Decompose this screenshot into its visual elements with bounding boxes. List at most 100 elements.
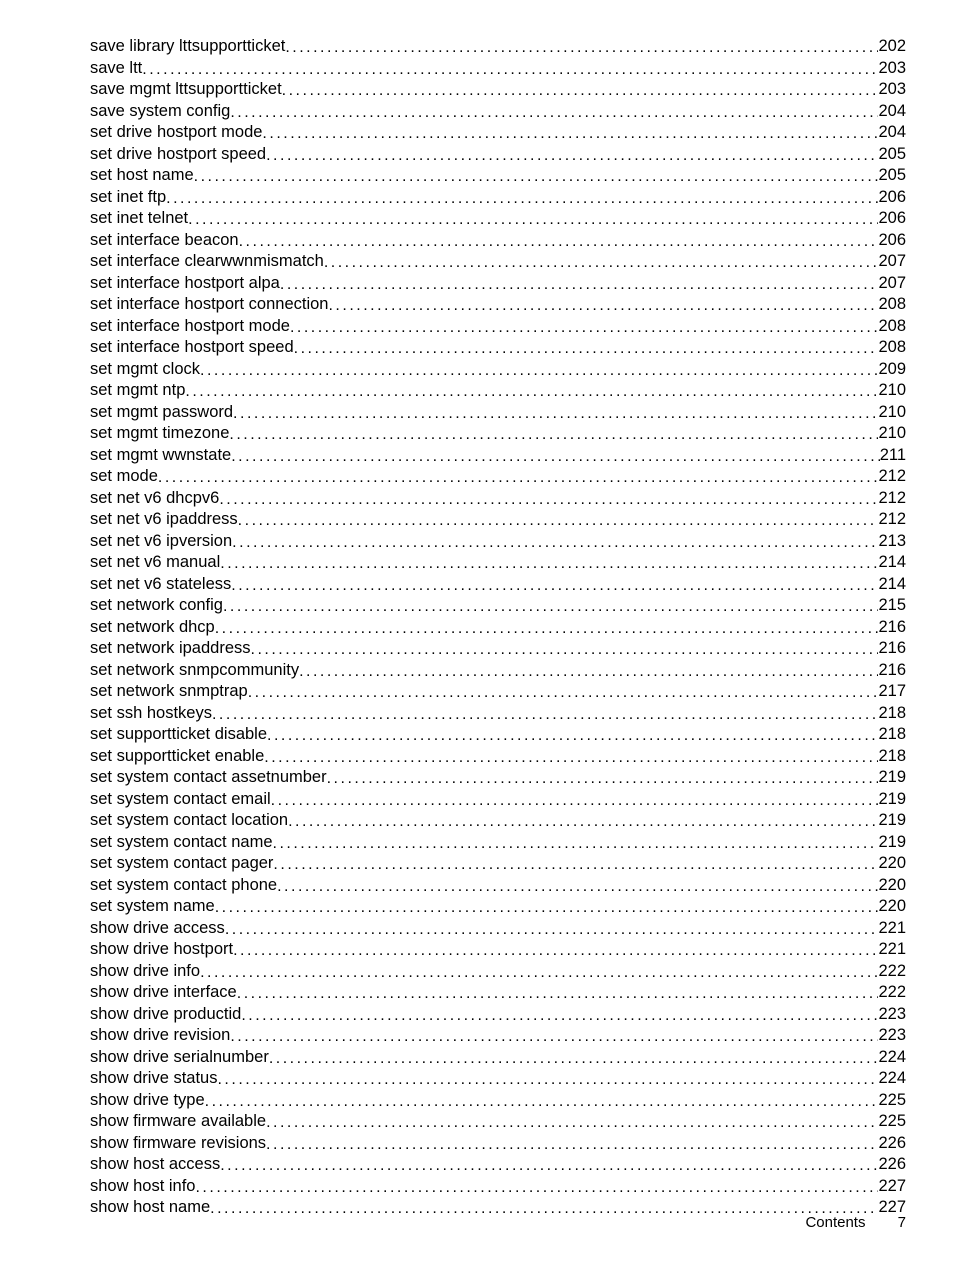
toc-entry-label: show drive hostport — [90, 939, 233, 961]
toc-entry[interactable]: set interface hostport connection208 — [90, 294, 906, 316]
toc-entry-label: set supportticket enable — [90, 746, 264, 768]
toc-entry[interactable]: show drive info222 — [90, 961, 906, 983]
toc-entry[interactable]: set net v6 stateless214 — [90, 574, 906, 596]
toc-leader-dots — [237, 983, 879, 1005]
toc-entry-label: show host name — [90, 1197, 210, 1219]
toc-entry[interactable]: set network snmptrap 217 — [90, 681, 906, 703]
toc-leader-dots — [285, 37, 878, 59]
toc-entry-page: 206 — [878, 230, 906, 252]
toc-leader-dots — [158, 467, 879, 489]
toc-entry[interactable]: show drive interface222 — [90, 982, 906, 1004]
toc-entry[interactable]: show host access226 — [90, 1154, 906, 1176]
toc-leader-dots — [205, 1091, 879, 1113]
toc-entry[interactable]: set mgmt ntp210 — [90, 380, 906, 402]
toc-entry[interactable]: set net v6 dhcpv6212 — [90, 488, 906, 510]
toc-entry[interactable]: set network ipaddress216 — [90, 638, 906, 660]
toc-entry-label: show firmware available — [90, 1111, 266, 1133]
toc-entry-label: set mgmt password — [90, 402, 233, 424]
toc-entry[interactable]: set host name205 — [90, 165, 906, 187]
toc-entry-page: 205 — [878, 144, 906, 166]
toc-entry[interactable]: set drive hostport speed 205 — [90, 144, 906, 166]
toc-entry[interactable]: set interface clearwwnmismatch207 — [90, 251, 906, 273]
toc-leader-dots — [251, 639, 879, 661]
toc-entry[interactable]: set system contact phone220 — [90, 875, 906, 897]
toc-entry-page: 218 — [878, 746, 906, 768]
footer-section-label: Contents — [805, 1214, 865, 1231]
toc-entry-label: set network snmptrap — [90, 681, 248, 703]
toc-entry-page: 219 — [878, 789, 906, 811]
toc-entry[interactable]: save mgmt lttsupportticket203 — [90, 79, 906, 101]
toc-entry[interactable]: set interface beacon206 — [90, 230, 906, 252]
toc-entry[interactable]: set system contact pager220 — [90, 853, 906, 875]
toc-entry[interactable]: set network config 215 — [90, 595, 906, 617]
toc-entry[interactable]: set system contact name219 — [90, 832, 906, 854]
toc-entry-label: save ltt — [90, 58, 142, 80]
toc-entry[interactable]: save library lttsupportticket202 — [90, 36, 906, 58]
toc-entry-page: 202 — [878, 36, 906, 58]
toc-entry[interactable]: show host info227 — [90, 1176, 906, 1198]
toc-entry[interactable]: set net v6 manual214 — [90, 552, 906, 574]
toc-entry-label: set mgmt wwnstate — [90, 445, 231, 467]
toc-entry[interactable]: show drive access221 — [90, 918, 906, 940]
toc-entry[interactable]: show firmware revisions226 — [90, 1133, 906, 1155]
toc-entry[interactable]: save ltt203 — [90, 58, 906, 80]
toc-entry[interactable]: set system name220 — [90, 896, 906, 918]
toc-entry[interactable]: show drive status224 — [90, 1068, 906, 1090]
toc-entry[interactable]: set ssh hostkeys218 — [90, 703, 906, 725]
toc-entry[interactable]: set inet ftp206 — [90, 187, 906, 209]
toc-entry[interactable]: set drive hostport mode204 — [90, 122, 906, 144]
toc-leader-dots — [299, 661, 878, 683]
toc-entry[interactable]: set supportticket enable 218 — [90, 746, 906, 768]
toc-entry[interactable]: set system contact email219 — [90, 789, 906, 811]
toc-entry[interactable]: show drive serialnumber224 — [90, 1047, 906, 1069]
toc-entry-page: 214 — [878, 552, 906, 574]
toc-entry-label: set system contact phone — [90, 875, 277, 897]
toc-entry-page: 210 — [878, 423, 906, 445]
toc-leader-dots — [290, 317, 879, 339]
toc-entry[interactable]: set mgmt wwnstate211 — [90, 445, 906, 467]
toc-entry[interactable]: set network dhcp216 — [90, 617, 906, 639]
toc-entry[interactable]: set interface hostport mode208 — [90, 316, 906, 338]
toc-leader-dots — [195, 1177, 878, 1199]
toc-entry[interactable]: set net v6 ipversion213 — [90, 531, 906, 553]
toc-entry-label: set network snmpcommunity — [90, 660, 299, 682]
toc-entry[interactable]: set interface hostport alpa207 — [90, 273, 906, 295]
toc-entry[interactable]: show drive productid223 — [90, 1004, 906, 1026]
toc-entry-label: set drive hostport speed — [90, 144, 266, 166]
toc-entry[interactable]: set mgmt password210 — [90, 402, 906, 424]
toc-entry[interactable]: set inet telnet206 — [90, 208, 906, 230]
toc-entry[interactable]: set mgmt timezone210 — [90, 423, 906, 445]
toc-entry[interactable]: set system contact location219 — [90, 810, 906, 832]
toc-entry[interactable]: set mgmt clock209 — [90, 359, 906, 381]
toc-entry-page: 209 — [878, 359, 906, 381]
toc-leader-dots — [200, 360, 878, 382]
toc-entry-label: show drive type — [90, 1090, 205, 1112]
toc-entry-label: set system contact assetnumber — [90, 767, 327, 789]
toc-entry[interactable]: set interface hostport speed208 — [90, 337, 906, 359]
toc-entry[interactable]: set net v6 ipaddress212 — [90, 509, 906, 531]
toc-entry-page: 208 — [878, 337, 906, 359]
toc-entry[interactable]: set system contact assetnumber219 — [90, 767, 906, 789]
toc-entry[interactable]: set supportticket disable218 — [90, 724, 906, 746]
toc-entry-label: show drive productid — [90, 1004, 241, 1026]
toc-leader-dots — [267, 725, 878, 747]
toc-entry[interactable]: show firmware available 225 — [90, 1111, 906, 1133]
toc-entry[interactable]: show drive type225 — [90, 1090, 906, 1112]
toc-entry[interactable]: set mode212 — [90, 466, 906, 488]
toc-leader-dots — [327, 768, 879, 790]
toc-leader-dots — [273, 833, 879, 855]
toc-entry-label: set network config — [90, 595, 223, 617]
toc-entry-page: 210 — [878, 380, 906, 402]
toc-entry[interactable]: save system config204 — [90, 101, 906, 123]
toc-entry[interactable]: set network snmpcommunity216 — [90, 660, 906, 682]
toc-entry[interactable]: show host name227 — [90, 1197, 906, 1219]
toc-leader-dots — [280, 274, 879, 296]
toc-entry-page: 224 — [878, 1047, 906, 1069]
toc-entry-page: 207 — [878, 273, 906, 295]
toc-entry-page: 204 — [878, 101, 906, 123]
toc-entry-page: 217 — [878, 681, 906, 703]
toc-entry[interactable]: show drive revision223 — [90, 1025, 906, 1047]
toc-entry[interactable]: show drive hostport221 — [90, 939, 906, 961]
toc-leader-dots — [238, 510, 879, 532]
toc-entry-page: 225 — [878, 1111, 906, 1133]
